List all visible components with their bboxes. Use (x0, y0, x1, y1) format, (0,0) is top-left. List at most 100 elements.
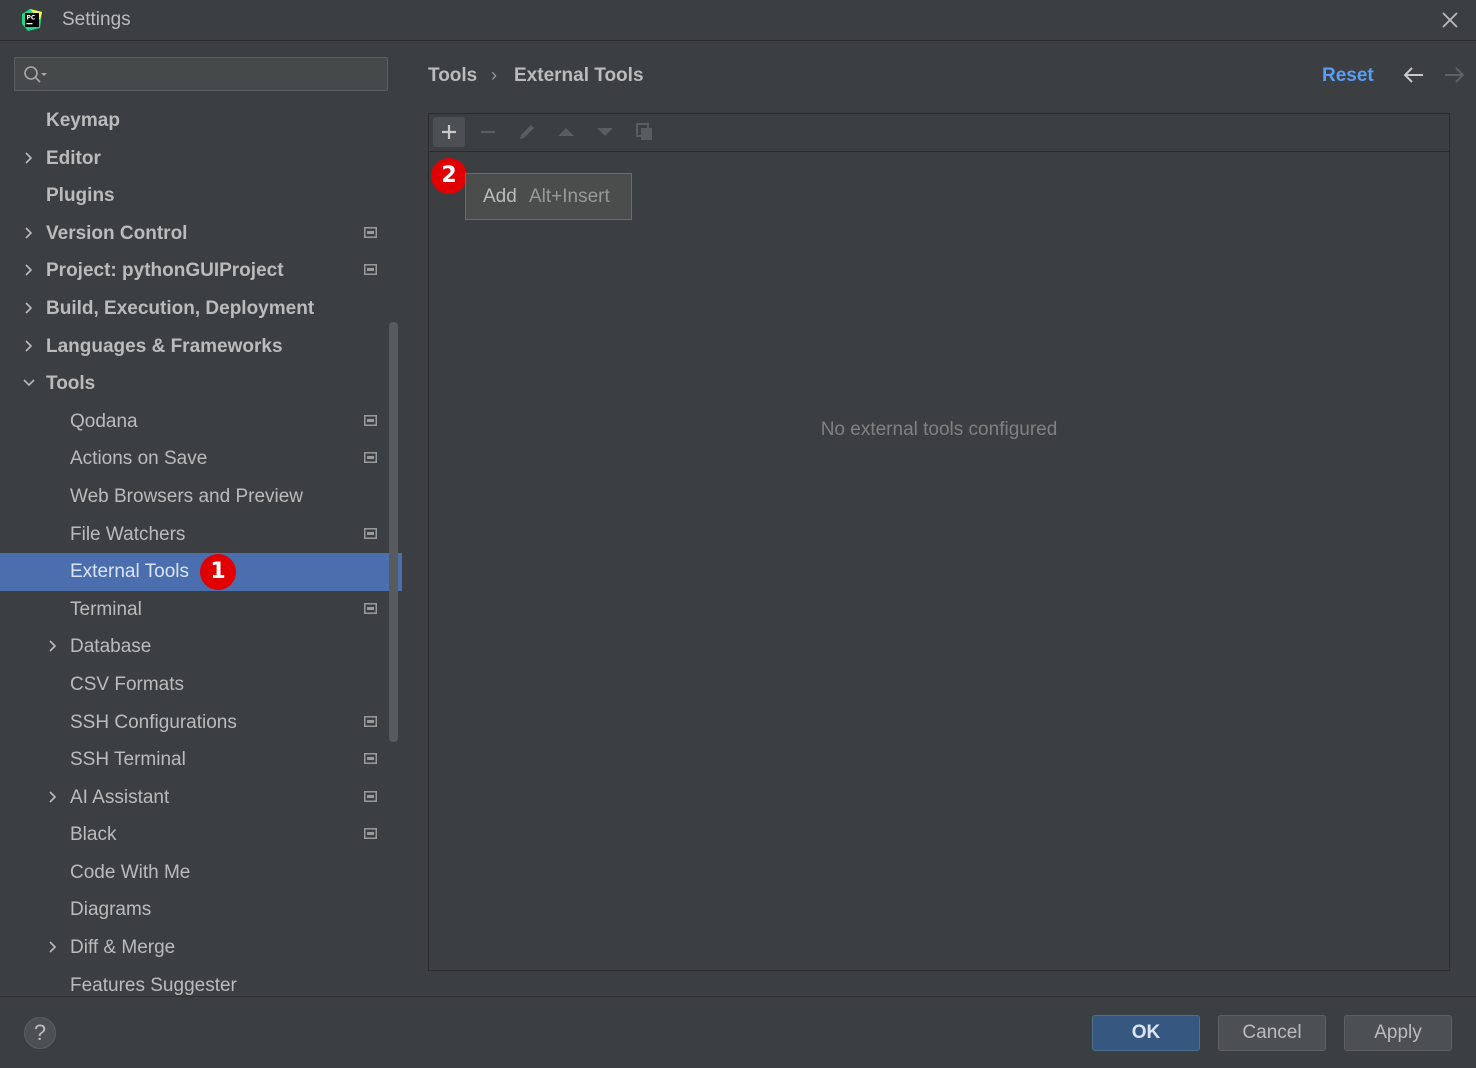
breadcrumb-tools[interactable]: Tools (428, 65, 477, 87)
ok-button[interactable]: OK (1092, 1015, 1200, 1051)
pycharm-logo-icon: PC (22, 9, 42, 31)
sidebar-item-label: Terminal (70, 598, 142, 620)
sidebar-item-features-suggester[interactable]: Features Suggester (0, 967, 402, 996)
sidebar-item-actions-on-save[interactable]: Actions on Save (0, 440, 402, 478)
sidebar-item-label: Version Control (46, 222, 188, 244)
sidebar-item-build-execution-deployment[interactable]: Build, Execution, Deployment (0, 290, 402, 328)
minus-icon (481, 130, 495, 134)
breadcrumb-external-tools: External Tools (514, 65, 644, 86)
back-arrow-icon[interactable] (1402, 65, 1426, 85)
help-button[interactable]: ? (24, 1017, 56, 1049)
sidebar-item-qodana[interactable]: Qodana (0, 403, 402, 441)
sidebar-item-label: SSH Terminal (70, 749, 186, 771)
close-icon[interactable] (1438, 8, 1462, 32)
tools-toolbar (429, 114, 1449, 152)
project-level-icon (364, 452, 377, 464)
plus-icon (442, 125, 456, 139)
sidebar-item-plugins[interactable]: Plugins (0, 177, 402, 215)
sidebar-item-web-browsers-and-preview[interactable]: Web Browsers and Preview (0, 478, 402, 516)
step-badge-1: 1 (200, 554, 236, 591)
forward-arrow-icon[interactable] (1442, 65, 1466, 85)
sidebar-item-tools[interactable]: Tools (0, 365, 402, 403)
breadcrumb-separator: › (491, 65, 497, 85)
sidebar-item-label: Diagrams (70, 899, 152, 921)
chevron-right-icon[interactable] (22, 339, 36, 353)
edit-button[interactable] (511, 117, 543, 147)
cancel-button[interactable]: Cancel (1218, 1015, 1326, 1051)
external-tools-panel: 2 Add Alt+Insert No external tools confi… (428, 113, 1450, 971)
title-bar: PC Settings (0, 0, 1476, 41)
sidebar-item-label: Diff & Merge (70, 937, 176, 959)
sidebar-item-label: Web Browsers and Preview (70, 485, 304, 507)
copy-icon (636, 123, 652, 140)
sidebar-item-label: Plugins (46, 185, 115, 207)
move-down-button[interactable] (589, 117, 621, 147)
apply-button[interactable]: Apply (1344, 1015, 1452, 1051)
sidebar-item-label: Languages & Frameworks (46, 335, 283, 357)
settings-sidebar: Keymap Editor Plugins Version Control Projec… (0, 41, 402, 996)
sidebar-item-file-watchers[interactable]: File Watchers (0, 516, 402, 554)
project-level-icon (364, 828, 377, 840)
sidebar-item-keymap[interactable]: Keymap (0, 102, 402, 140)
tooltip-label: Add (483, 186, 517, 207)
sidebar-item-diagrams[interactable]: Diagrams (0, 891, 402, 929)
chevron-right-icon[interactable] (46, 790, 60, 804)
sidebar-item-label: Build, Execution, Deployment (46, 297, 315, 319)
move-up-button[interactable] (550, 117, 582, 147)
chevron-right-icon[interactable] (22, 151, 36, 165)
sidebar-item-label: Qodana (70, 410, 138, 432)
sidebar-item-version-control[interactable]: Version Control (0, 215, 402, 253)
search-icon (24, 66, 47, 83)
sidebar-scrollbar[interactable] (389, 322, 398, 742)
sidebar-item-code-with-me[interactable]: Code With Me (0, 854, 402, 892)
project-level-icon (364, 226, 377, 238)
search-input[interactable] (14, 57, 388, 91)
sidebar-item-languages-frameworks[interactable]: Languages & Frameworks (0, 328, 402, 366)
sidebar-item-ssh-configurations[interactable]: SSH Configurations (0, 704, 402, 742)
sidebar-item-label: Tools (46, 373, 96, 395)
sidebar-item-editor[interactable]: Editor (0, 140, 402, 178)
chevron-right-icon[interactable] (22, 226, 36, 240)
sidebar-item-project-pythonguiproject[interactable]: Project: pythonGUIProject (0, 252, 402, 290)
copy-button[interactable] (628, 117, 660, 147)
sidebar-item-ai-assistant[interactable]: AI Assistant (0, 779, 402, 817)
sidebar-item-label: Keymap (46, 110, 120, 131)
settings-content: Tools › External Tools Reset 2 Add Alt+I… (402, 41, 1476, 996)
sidebar-item-diff-merge[interactable]: Diff & Merge (0, 929, 402, 967)
sidebar-item-database[interactable]: Database (0, 628, 402, 666)
sidebar-item-label: CSV Formats (70, 673, 185, 695)
sidebar-item-csv-formats[interactable]: CSV Formats (0, 666, 402, 704)
sidebar-item-label: Project: pythonGUIProject (46, 260, 284, 282)
sidebar-item-external-tools[interactable]: External Tools 1 (0, 553, 402, 591)
add-button[interactable] (433, 117, 465, 147)
sidebar-item-label: Code With Me (70, 861, 191, 883)
step-badge-2: 2 (431, 158, 467, 194)
remove-button[interactable] (472, 117, 504, 147)
tooltip-shortcut: Alt+Insert (529, 186, 610, 207)
project-level-icon (364, 790, 377, 802)
pencil-icon (520, 125, 534, 139)
sidebar-item-terminal[interactable]: Terminal (0, 591, 402, 629)
arrow-up-icon (558, 128, 574, 136)
project-level-icon (364, 414, 377, 426)
sidebar-item-label: Editor (46, 147, 101, 169)
add-tooltip: Add Alt+Insert (465, 173, 632, 220)
reset-link[interactable]: Reset (1322, 65, 1374, 87)
sidebar-item-black[interactable]: Black (0, 816, 402, 854)
settings-tree: Keymap Editor Plugins Version Control Projec… (0, 102, 402, 996)
dialog-footer: ? OK Cancel Apply (0, 996, 1476, 1068)
chevron-right-icon[interactable] (22, 263, 36, 277)
project-level-icon (364, 602, 377, 614)
arrow-down-icon (597, 128, 613, 136)
project-level-icon (364, 715, 377, 727)
chevron-right-icon[interactable] (46, 639, 60, 653)
window-title: Settings (62, 9, 131, 30)
chevron-right-icon[interactable] (46, 940, 60, 954)
chevron-down-icon[interactable] (22, 376, 36, 390)
chevron-right-icon[interactable] (22, 301, 36, 315)
empty-state-text: No external tools configured (820, 419, 1058, 440)
project-level-icon (364, 264, 377, 276)
sidebar-item-label: AI Assistant (70, 786, 170, 808)
sidebar-item-label: Database (70, 636, 152, 658)
sidebar-item-ssh-terminal[interactable]: SSH Terminal (0, 741, 402, 779)
